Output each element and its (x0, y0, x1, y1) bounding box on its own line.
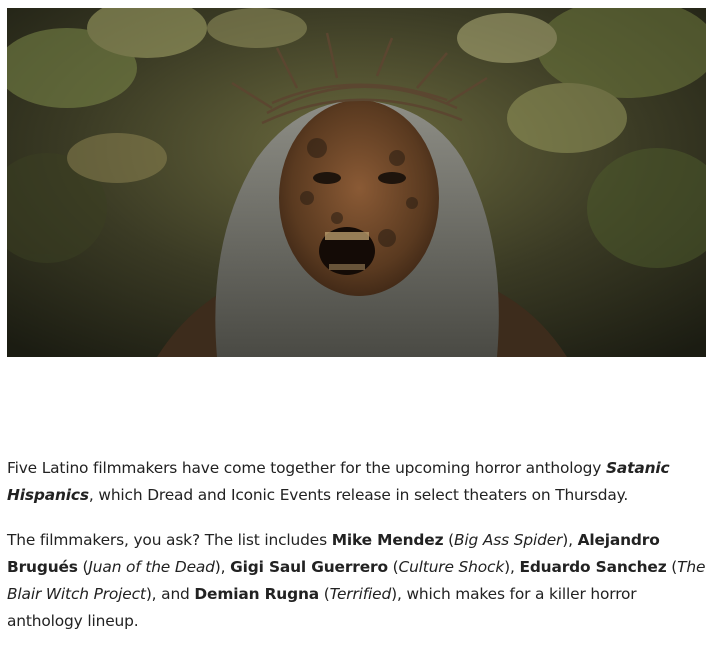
paragraph-text: ( (666, 558, 678, 576)
movie-title: Big Ass Spider (454, 531, 563, 549)
movie-title: Terrified (329, 585, 392, 603)
paragraph-text: ), (214, 558, 231, 576)
filmmaker-name: Gigi Saul Guerrero (230, 558, 388, 576)
filmmaker-name: Demian Rugna (194, 585, 320, 603)
paragraph-text: ( (77, 558, 89, 576)
article-paragraph-filmmakers: The filmmakers, you ask? The list includ… (7, 527, 707, 635)
paragraph-text: ), and (145, 585, 195, 603)
paragraph-text: , which Dread and Iconic Events release … (88, 486, 629, 504)
paragraph-text: Five Latino filmmakers have come togethe… (7, 459, 606, 477)
movie-title: Juan of the Dead (88, 558, 215, 576)
paragraph-text: The filmmakers, you ask? The list includ… (7, 531, 332, 549)
hero-image (7, 8, 706, 357)
filmmaker-name: Eduardo Sanchez (519, 558, 667, 576)
movie-title: Culture Shock (398, 558, 505, 576)
paragraph-text: ( (443, 531, 454, 549)
paragraph-text: ( (387, 558, 399, 576)
paragraph-text: ( (319, 585, 330, 603)
paragraph-text: ), (562, 531, 578, 549)
article-body: Five Latino filmmakers have come togethe… (7, 455, 707, 653)
horror-still-illustration (7, 8, 706, 357)
filmmaker-name: Mike Mendez (331, 531, 444, 549)
paragraph-text: ), (504, 558, 520, 576)
article-paragraph-intro: Five Latino filmmakers have come togethe… (7, 455, 707, 509)
